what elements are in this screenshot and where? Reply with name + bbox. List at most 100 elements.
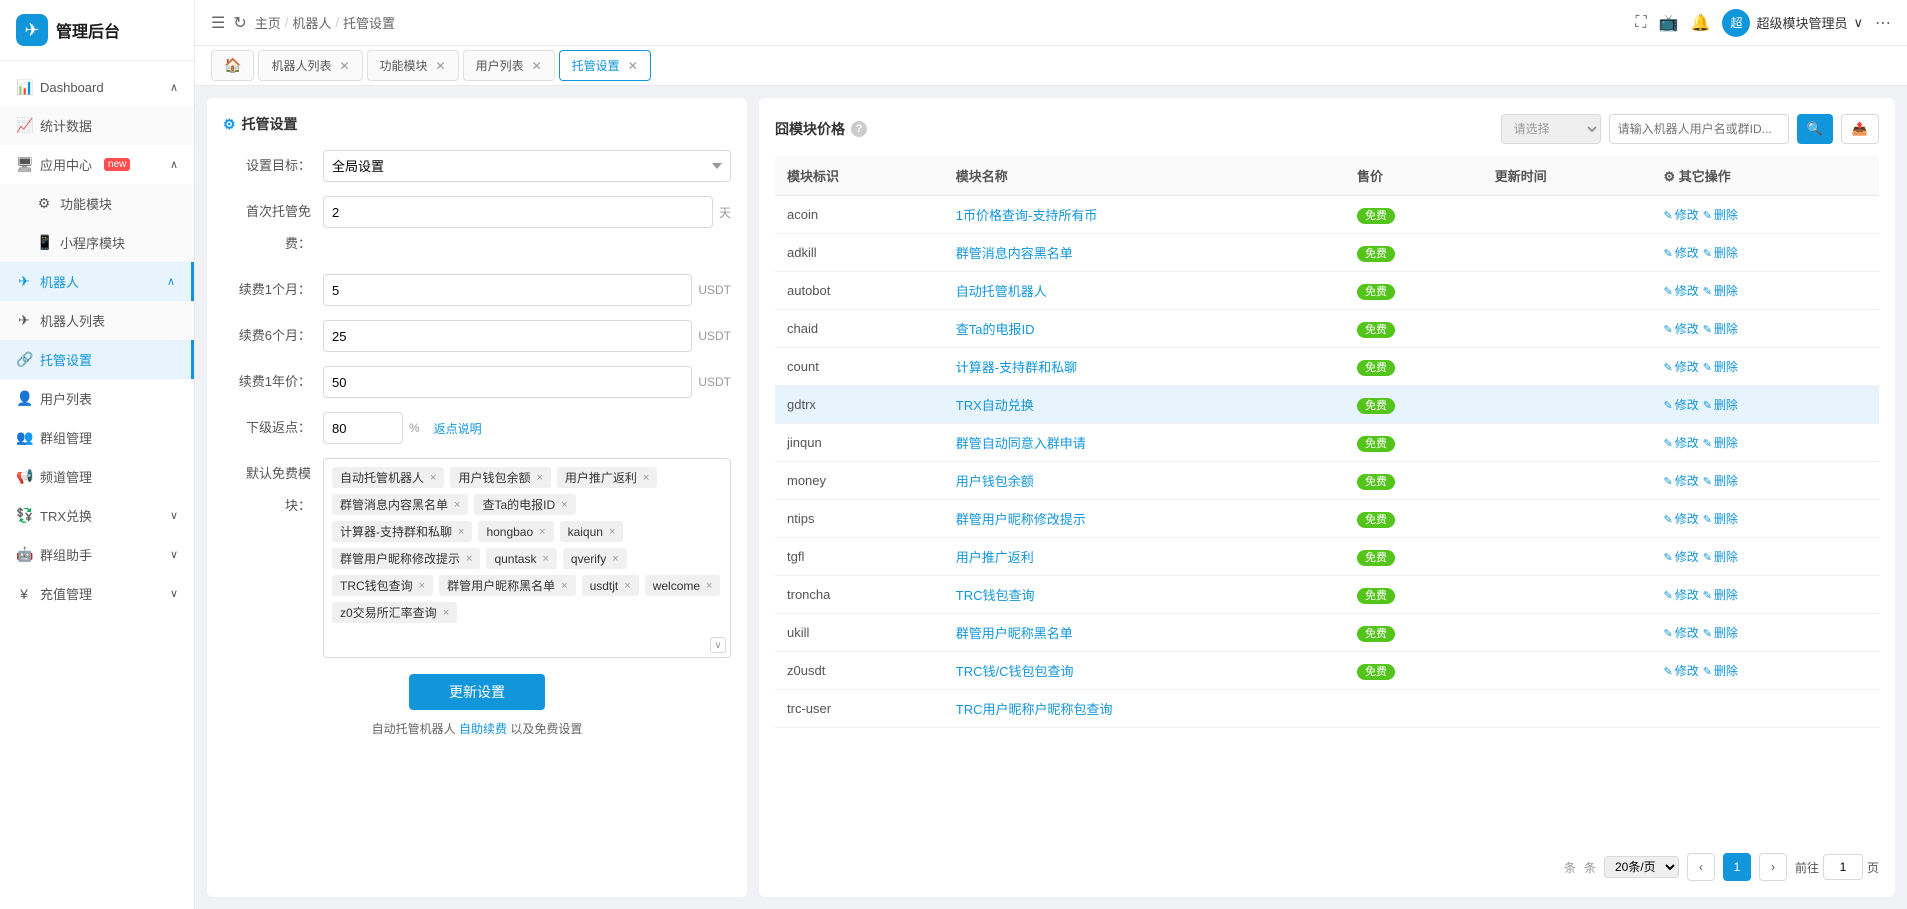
tag-count-close[interactable]: × (458, 526, 464, 538)
filter-select[interactable]: 请选择 (1501, 114, 1601, 144)
tab-robot-list[interactable]: 机器人列表 ✕ (258, 50, 362, 81)
module-link-autobot[interactable]: 自动托管机器人 (956, 284, 1047, 299)
delete-link-chaid[interactable]: ✎删除 (1703, 322, 1738, 336)
tag-tgfl-close[interactable]: × (643, 472, 649, 484)
target-select[interactable]: 全局设置 (323, 150, 731, 182)
delete-link-adkill[interactable]: ✎删除 (1703, 246, 1738, 260)
breadcrumb-home[interactable]: 主页 (255, 13, 281, 32)
module-link-money[interactable]: 用户钱包余额 (956, 474, 1034, 489)
edit-link-ukill[interactable]: ✎修改 (1663, 626, 1698, 640)
tab-func-module-close[interactable]: ✕ (436, 59, 446, 73)
sidebar-item-dashboard[interactable]: 📊 Dashboard ∧ (0, 69, 194, 106)
edit-link-troncha[interactable]: ✎修改 (1663, 588, 1698, 602)
tag-z0-close[interactable]: × (443, 607, 449, 619)
search-input[interactable] (1609, 114, 1789, 144)
tab-user-list-close[interactable]: ✕ (532, 59, 542, 73)
tag-quntask-close[interactable]: × (542, 553, 548, 565)
tag-trc-wallet-close[interactable]: × (419, 580, 425, 592)
tags-scroll-down[interactable]: ∨ (710, 637, 726, 653)
tag-welcome-close[interactable]: × (706, 580, 712, 592)
breadcrumb-hosting[interactable]: 托管设置 (343, 13, 395, 32)
module-link-acoin[interactable]: 1币价格查询-支持所有币 (956, 208, 1098, 223)
sidebar-item-group-manage[interactable]: 👥 群组管理 (0, 418, 194, 457)
renew1-input[interactable] (323, 274, 692, 306)
module-link-ntips[interactable]: 群管用户昵称修改提示 (956, 512, 1086, 527)
search-button[interactable]: 🔍 (1797, 114, 1833, 144)
screen-share-icon[interactable]: 📺 (1659, 13, 1679, 33)
page-size-select[interactable]: 20条/页 10条/页 50条/页 (1604, 856, 1679, 878)
page-1[interactable]: 1 (1723, 853, 1751, 881)
delete-link-jinqun[interactable]: ✎删除 (1703, 436, 1738, 450)
module-link-gdtrx[interactable]: TRX自动兑换 (956, 398, 1034, 413)
edit-link-money[interactable]: ✎修改 (1663, 474, 1698, 488)
module-link-tgfl[interactable]: 用户推广返利 (956, 550, 1034, 565)
edit-link-chaid[interactable]: ✎修改 (1663, 322, 1698, 336)
module-link-chaid[interactable]: 查Ta的电报ID (956, 322, 1035, 337)
tag-adkill-close[interactable]: × (454, 499, 460, 511)
delete-link-z0usdt[interactable]: ✎删除 (1703, 664, 1738, 678)
tab-robot-list-close[interactable]: ✕ (339, 59, 349, 73)
notification-icon[interactable]: 🔔 (1691, 13, 1711, 33)
tag-qverify-close[interactable]: × (612, 553, 618, 565)
sidebar-item-robot-list[interactable]: ✈ 机器人列表 (0, 301, 194, 340)
discount-input[interactable] (323, 412, 403, 444)
module-link-ukill[interactable]: 群管用户昵称黑名单 (956, 626, 1073, 641)
renew12-input[interactable] (323, 366, 692, 398)
menu-toggle-icon[interactable]: ☰ (211, 13, 225, 33)
sidebar-item-mini-module[interactable]: 📱 小程序模块 (0, 223, 194, 262)
edit-link-autobot[interactable]: ✎修改 (1663, 284, 1698, 298)
tag-ukill-close[interactable]: × (561, 580, 567, 592)
page-next[interactable]: › (1759, 853, 1787, 881)
edit-link-gdtrx[interactable]: ✎修改 (1663, 398, 1698, 412)
edit-link-tgfl[interactable]: ✎修改 (1663, 550, 1698, 564)
tag-autobot-close[interactable]: × (430, 472, 436, 484)
edit-link-z0usdt[interactable]: ✎修改 (1663, 664, 1698, 678)
edit-link-adkill[interactable]: ✎修改 (1663, 246, 1698, 260)
sidebar-item-user-list[interactable]: 👤 用户列表 (0, 379, 194, 418)
module-link-troncha[interactable]: TRC钱包查询 (956, 588, 1035, 603)
sidebar-item-func-module[interactable]: ⚙ 功能模块 (0, 184, 194, 223)
bottom-note-link[interactable]: 自助续费 (459, 722, 507, 736)
refresh-icon[interactable]: ↻ (233, 13, 246, 33)
edit-link-acoin[interactable]: ✎修改 (1663, 208, 1698, 222)
renew6-input[interactable] (323, 320, 692, 352)
export-button[interactable]: 📤 (1841, 114, 1879, 144)
edit-link-jinqun[interactable]: ✎修改 (1663, 436, 1698, 450)
delete-link-autobot[interactable]: ✎删除 (1703, 284, 1738, 298)
tab-hosting[interactable]: 托管设置 ✕ (559, 50, 651, 81)
tab-user-list[interactable]: 用户列表 ✕ (463, 50, 555, 81)
user-info[interactable]: 超 超级模块管理员 ∨ (1722, 9, 1863, 37)
first-free-input[interactable] (323, 196, 713, 228)
delete-link-acoin[interactable]: ✎删除 (1703, 208, 1738, 222)
delete-link-count[interactable]: ✎删除 (1703, 360, 1738, 374)
delete-link-gdtrx[interactable]: ✎删除 (1703, 398, 1738, 412)
tag-usdtjt-close[interactable]: × (624, 580, 630, 592)
page-prev[interactable]: ‹ (1687, 853, 1715, 881)
sidebar-item-channel-manage[interactable]: 📢 频道管理 (0, 457, 194, 496)
delete-link-ntips[interactable]: ✎删除 (1703, 512, 1738, 526)
tab-func-module[interactable]: 功能模块 ✕ (367, 50, 459, 81)
breadcrumb-robot[interactable]: 机器人 (292, 13, 331, 32)
delete-link-money[interactable]: ✎删除 (1703, 474, 1738, 488)
module-link-z0usdt[interactable]: TRC钱/C钱包包查询 (956, 664, 1074, 679)
module-link-jinqun[interactable]: 群管自动同意入群申请 (956, 436, 1086, 451)
module-link-count[interactable]: 计算器-支持群和私聊 (956, 360, 1077, 375)
sidebar-item-recharge[interactable]: ¥ 充值管理 ∨ (0, 574, 194, 613)
delete-link-ukill[interactable]: ✎删除 (1703, 626, 1738, 640)
sidebar-item-hosting[interactable]: 🔗 托管设置 (0, 340, 194, 379)
sidebar-item-stats[interactable]: 📈 统计数据 (0, 106, 194, 145)
page-goto-input[interactable] (1823, 854, 1863, 880)
edit-link-ntips[interactable]: ✎修改 (1663, 512, 1698, 526)
delete-link-troncha[interactable]: ✎删除 (1703, 588, 1738, 602)
tag-kaiqun-close[interactable]: × (609, 526, 615, 538)
fullscreen-icon[interactable]: ⛶ (1635, 14, 1646, 32)
tab-home[interactable]: 🏠 (211, 50, 254, 81)
sidebar-item-robot[interactable]: ✈ 机器人 ∧ (0, 262, 194, 301)
delete-link-tgfl[interactable]: ✎删除 (1703, 550, 1738, 564)
tag-chaid-close[interactable]: × (561, 499, 567, 511)
tag-wallet-close[interactable]: × (536, 472, 542, 484)
tag-hongbao-close[interactable]: × (539, 526, 545, 538)
sidebar-item-app-center[interactable]: 🖥 应用中心 new ∧ (0, 145, 194, 184)
edit-link-count[interactable]: ✎修改 (1663, 360, 1698, 374)
tab-hosting-close[interactable]: ✕ (628, 59, 638, 73)
